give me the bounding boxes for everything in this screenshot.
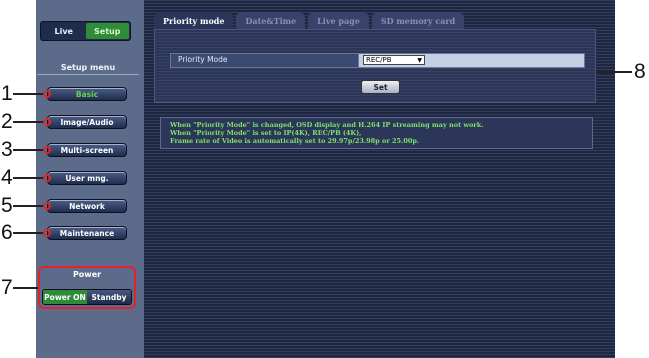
priority-mode-select[interactable]: REC/PB ▼: [363, 55, 425, 65]
setup-tabbar: Priority mode Date&Time Live page SD mem…: [154, 12, 465, 29]
callout-number: 7: [1, 276, 13, 299]
network-menu-button[interactable]: Network: [47, 199, 127, 213]
chevron-down-icon: ▼: [417, 56, 422, 64]
standby-button[interactable]: Standby: [87, 290, 131, 304]
notice-line: When "Priority Mode" is changed, OSD dis…: [170, 121, 484, 129]
callout-line: [13, 177, 45, 179]
callout-number: 8: [634, 60, 646, 83]
set-button[interactable]: Set: [361, 80, 400, 94]
callout-marker: [43, 229, 51, 237]
callout-number: 1: [1, 82, 13, 105]
callout-line: [13, 93, 45, 95]
live-tab[interactable]: Live: [42, 23, 86, 39]
image-audio-menu-button[interactable]: Image/Audio: [47, 115, 127, 129]
mode-switch: Live Setup: [40, 21, 131, 41]
callout-number: 5: [1, 194, 13, 217]
power-on-button[interactable]: Power ON: [43, 290, 87, 304]
tab-priority-mode[interactable]: Priority mode: [154, 12, 234, 29]
callout-marker: [43, 118, 51, 126]
callout-marker: [43, 202, 51, 210]
callout-marker: [43, 174, 51, 182]
callout-number: 4: [1, 166, 13, 189]
callout-line: [13, 149, 45, 151]
notice-box: When "Priority Mode" is changed, OSD dis…: [160, 117, 593, 149]
callout-number: 3: [1, 138, 13, 161]
power-toggle: Power ON Standby: [42, 289, 132, 305]
power-title: Power: [72, 270, 102, 279]
tab-live-page[interactable]: Live page: [308, 12, 369, 29]
notice-line: Frame rate of Video is automatically set…: [170, 137, 420, 145]
callout-line: [13, 287, 38, 289]
user-mng-menu-button[interactable]: User mng.: [47, 171, 127, 185]
callout-marker: [43, 90, 51, 98]
setup-tab[interactable]: Setup: [85, 23, 129, 39]
maintenance-menu-button[interactable]: Maintenance: [47, 226, 127, 240]
priority-mode-selected-value: REC/PB: [366, 56, 392, 64]
setup-menu-title: Setup menu: [37, 62, 139, 75]
callout-number: 6: [1, 221, 13, 244]
callout-number: 2: [1, 110, 13, 133]
callout-line: [13, 205, 45, 207]
tab-date-time[interactable]: Date&Time: [236, 12, 306, 29]
callout-marker: [43, 146, 51, 154]
callout-line: [13, 121, 45, 123]
notice-line: When "Priority Mode" is set to IP(4K), R…: [170, 129, 362, 137]
basic-menu-button[interactable]: Basic: [47, 87, 127, 101]
priority-mode-label: Priority Mode: [178, 55, 228, 64]
callout-line: [13, 232, 45, 234]
tab-sd-memory-card[interactable]: SD memory card: [371, 12, 465, 29]
multi-screen-menu-button[interactable]: Multi-screen: [47, 143, 127, 157]
callout-line: [596, 71, 632, 73]
